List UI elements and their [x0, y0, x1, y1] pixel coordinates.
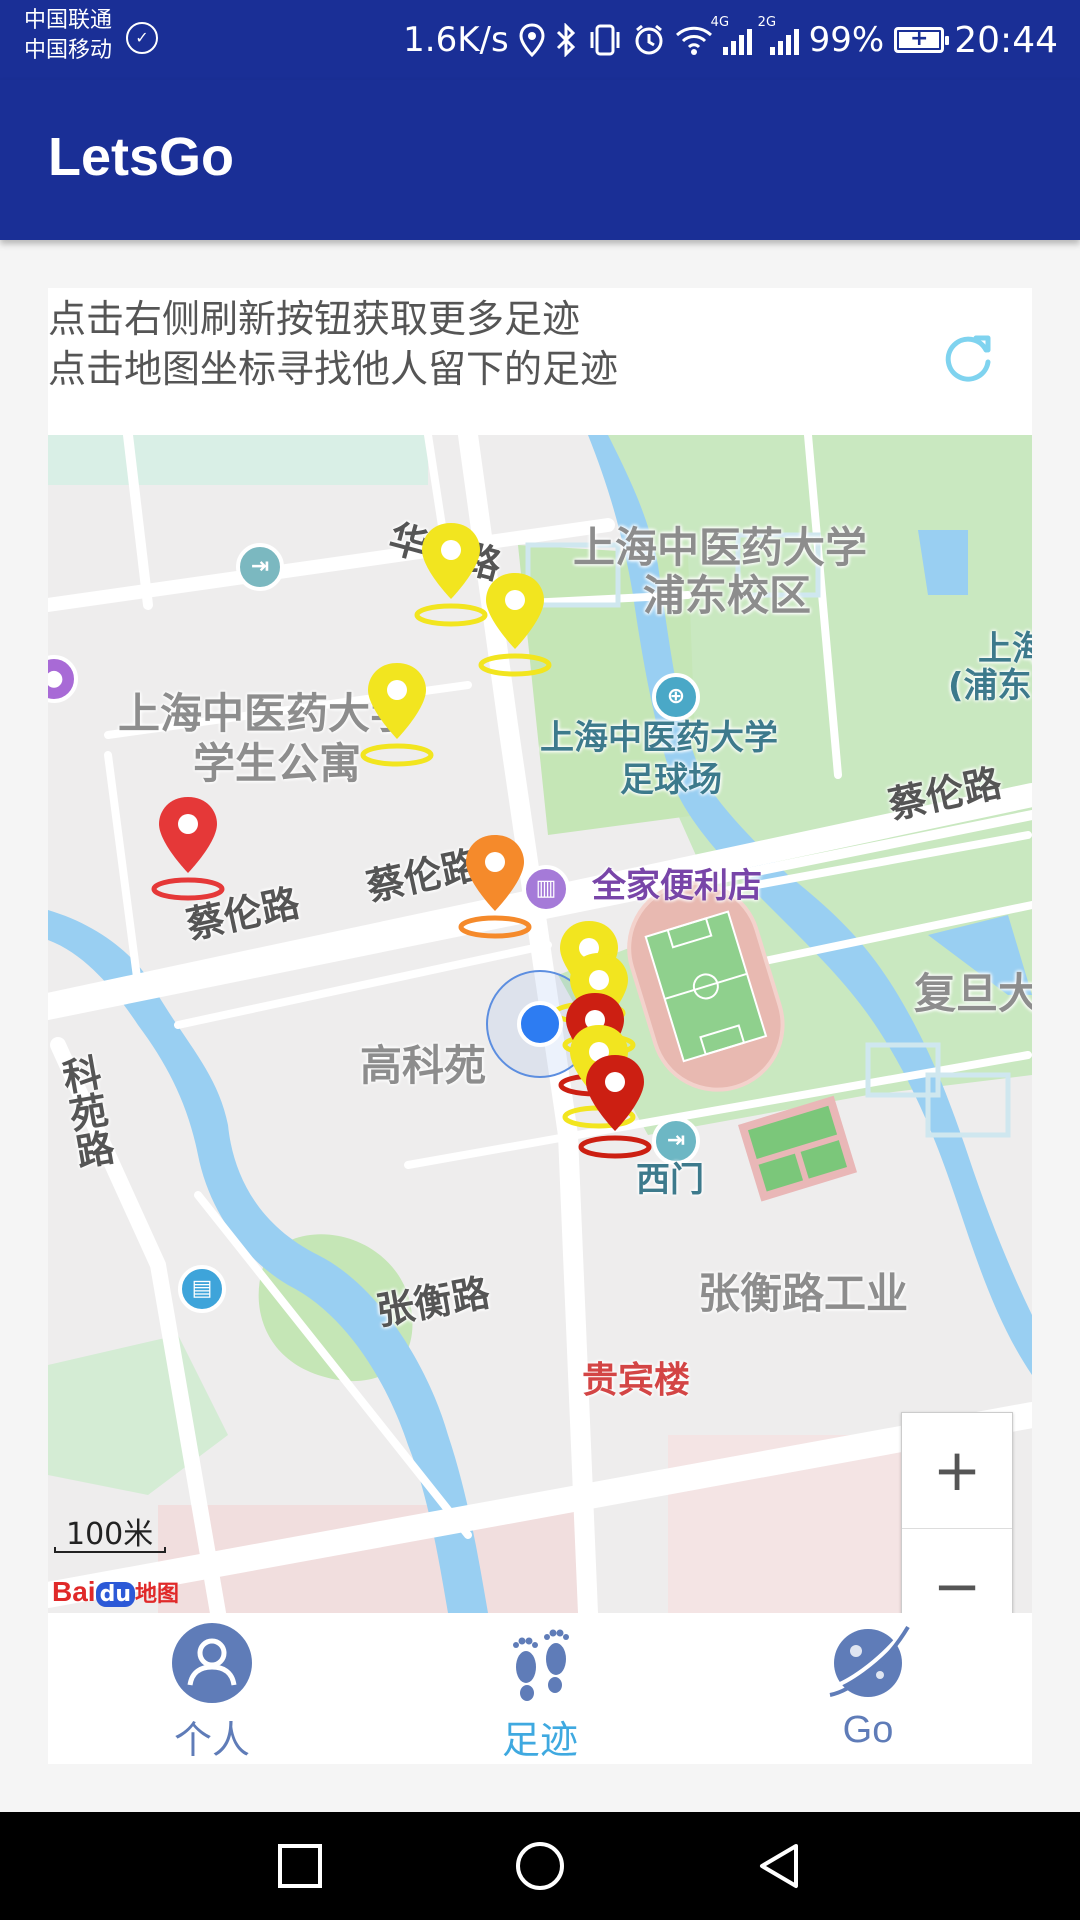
home-button[interactable]: [508, 1834, 572, 1898]
bottom-navigation: 个人 足迹 Go: [48, 1613, 1032, 1764]
clock: 20:44: [954, 19, 1058, 61]
hint-text: 点击右侧刷新按钮获取更多足迹 点击地图坐标寻找他人留下的足迹: [48, 294, 618, 394]
guibin-building-label: 贵宾楼: [582, 1360, 691, 1401]
nav-item-go[interactable]: Go: [768, 1613, 968, 1764]
campus-label: 上海中医药大学: [573, 523, 868, 572]
refresh-icon: [945, 335, 991, 382]
bus-stop-icon[interactable]: ▤: [178, 1265, 226, 1313]
hint-line-1: 点击右侧刷新按钮获取更多足迹: [48, 297, 581, 341]
recent-apps-button[interactable]: [268, 1834, 332, 1898]
campus-sub-label: 浦东校区: [643, 571, 812, 620]
footprint-panel: 点击右侧刷新按钮获取更多足迹 点击地图坐标寻找他人留下的足迹 ⇥ ⊕ ● ▥ ⇥…: [48, 288, 1032, 1764]
nav-label-go: Go: [842, 1709, 894, 1751]
dorm-label-2: 学生公寓: [193, 739, 362, 788]
refresh-button[interactable]: [940, 330, 996, 386]
app-bar: LetsGo: [0, 80, 1080, 240]
map-view[interactable]: ⇥ ⊕ ● ▥ ⇥ ▤ 上海中医药大学 浦东校区 上海 (浦东 上海中医药大学 …: [48, 435, 1032, 1613]
baidu-map-logo: Bai du 地图: [52, 1576, 180, 1607]
bluetooth-icon: [555, 23, 577, 57]
zhangheng-industrial-label: 张衡路工业: [698, 1269, 909, 1318]
battery-icon: +: [894, 26, 950, 53]
alarm-icon: [633, 23, 665, 57]
status-bar: 中国联通 中国移动 ✓ 1.6K/s 4G 2G 99% + 20:44: [0, 0, 1080, 80]
gate-poi-icon[interactable]: ⇥: [652, 1117, 700, 1165]
exit-poi-icon[interactable]: ⇥: [236, 543, 284, 591]
system-navigation-bar: [0, 1812, 1080, 1920]
planet-icon: [829, 1625, 910, 1697]
nav-item-personal[interactable]: 个人: [112, 1613, 312, 1764]
vibrate-icon: [587, 23, 623, 57]
footprint-pin-red[interactable]: [145, 791, 231, 901]
zoom-out-button[interactable]: −: [902, 1529, 1012, 1613]
nav-label-personal: 个人: [173, 1718, 250, 1762]
location-icon: [519, 23, 545, 57]
network-speed: 1.6K/s: [403, 20, 509, 60]
field-label-1: 上海中医药大学: [540, 718, 778, 758]
nav-item-footprints[interactable]: 足迹: [440, 1613, 640, 1764]
battery-percent: 99%: [808, 20, 885, 60]
carrier-1: 中国联通: [24, 8, 113, 33]
footprint-pin-orange[interactable]: [452, 829, 538, 939]
status-icons: 1.6K/s 4G 2G 99% + 20:44: [403, 10, 1058, 70]
map-scale-bar: [54, 1547, 166, 1553]
back-button[interactable]: [748, 1834, 812, 1898]
app-title: LetsGo: [48, 127, 235, 187]
footprint-pin-yellow[interactable]: [472, 567, 558, 677]
sports-poi-icon[interactable]: ⊕: [652, 673, 700, 721]
gaokeyuan-label: 高科苑: [360, 1041, 487, 1090]
footprint-pin-dark-red[interactable]: [572, 1049, 658, 1159]
footprints-icon: [513, 1629, 569, 1701]
fudan-label: 复旦大: [914, 969, 1032, 1018]
campus-right-label-1: 上海: [978, 629, 1032, 669]
nav-label-footprints: 足迹: [501, 1718, 578, 1762]
field-label-2: 足球场: [620, 760, 722, 800]
carrier-info: 中国联通 中国移动: [24, 6, 112, 66]
wifi-icon: [675, 24, 713, 56]
west-gate-label: 西门: [636, 1160, 704, 1200]
zoom-controls: + −: [901, 1412, 1013, 1613]
zoom-in-button[interactable]: +: [902, 1413, 1012, 1529]
carrier-2: 中国移动: [24, 38, 113, 63]
convenience-store-label: 全家便利店: [592, 866, 762, 906]
current-location-dot: [517, 1001, 563, 1047]
campus-right-label-2: (浦东: [948, 666, 1032, 706]
signal-2g-icon: 2G: [758, 15, 799, 55]
hint-line-2: 点击地图坐标寻找他人留下的足迹: [48, 347, 619, 391]
shield-icon: ✓: [126, 22, 158, 54]
person-icon: [172, 1623, 252, 1703]
footprint-pin-yellow[interactable]: [354, 657, 440, 767]
signal-4g-icon: 4G: [711, 15, 752, 55]
